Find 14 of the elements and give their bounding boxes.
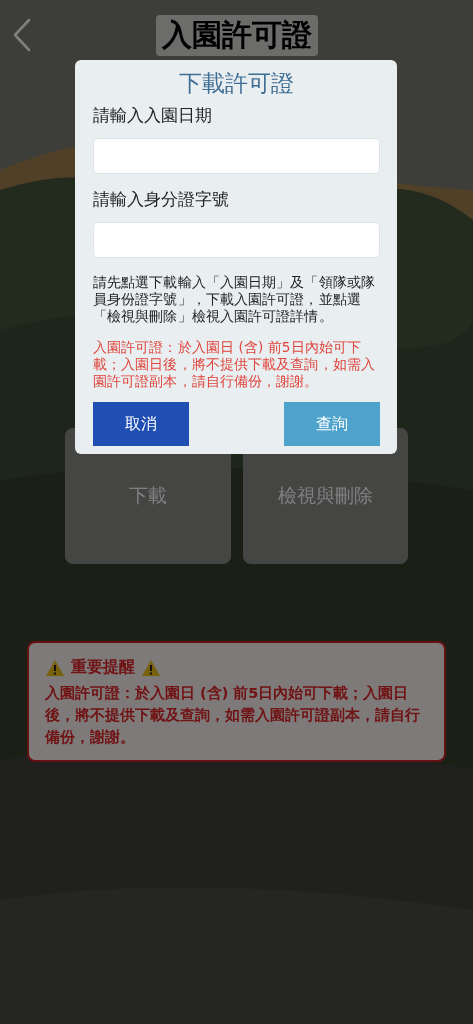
dialog-title: 下載許可證 bbox=[179, 69, 294, 98]
warning-text: 入園許可證：於入園日 (含) 前5日內始可下載；入園日後，將不提供下載及查詢，如需入園許可證副本，請自行備份，謝謝。 bbox=[93, 339, 376, 390]
field-label: 請輸入入園日期 bbox=[93, 104, 213, 127]
input-field[interactable] bbox=[93, 222, 380, 258]
page-title: 入園許可證 bbox=[155, 14, 318, 56]
dialog-button[interactable]: 取消 bbox=[93, 402, 189, 446]
field-label: 請輸入身分證字號 bbox=[93, 188, 230, 211]
notice-text: 入園許可證：於入園日 (含) 前5日內始可下載；入園日後，將不提供下載及查詢，如需入園許可證副本，請自行備份，謝謝。 bbox=[45, 684, 421, 747]
input-field[interactable] bbox=[93, 138, 380, 174]
back-icon[interactable] bbox=[12, 18, 32, 52]
instruction-text: 請先點選下載輸入「入園日期」及「領隊或隊員身份證字號」，下載入園許可證，並點選「檢視與刪除」檢視入園許可證詳情。 bbox=[93, 274, 376, 325]
notice-title: 重要提醒 bbox=[71, 657, 135, 678]
warning-icon bbox=[45, 658, 65, 677]
warning-icon bbox=[141, 658, 161, 677]
